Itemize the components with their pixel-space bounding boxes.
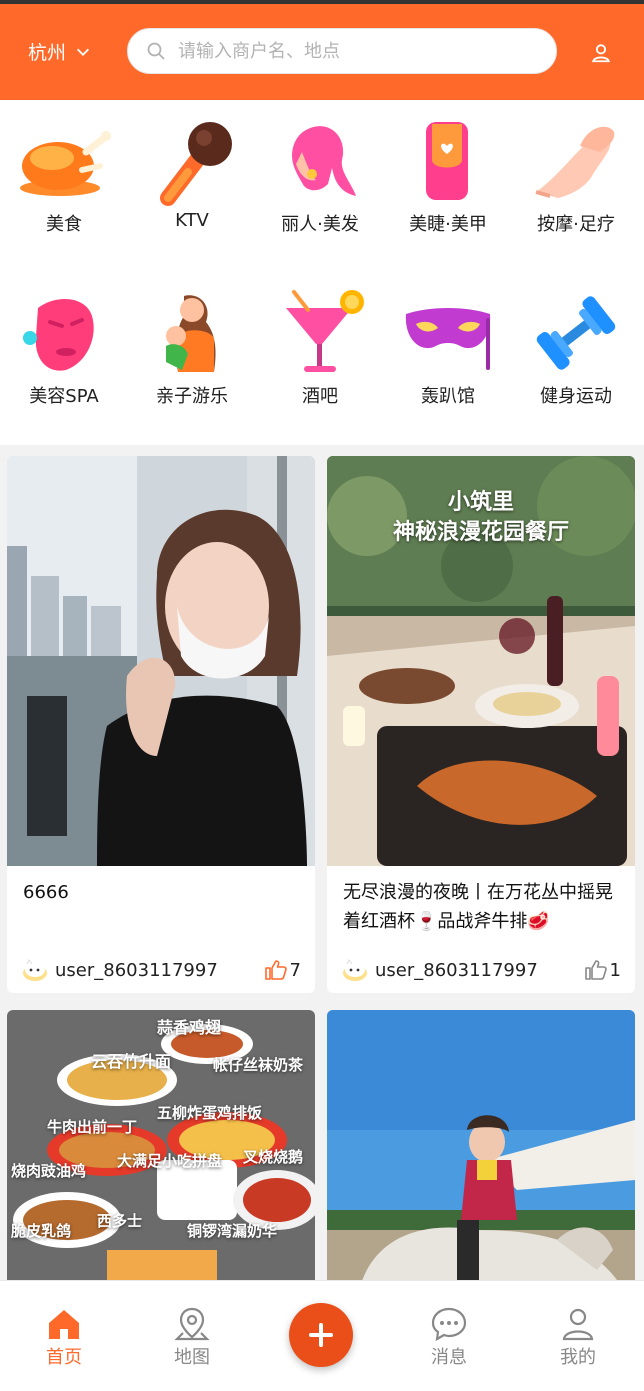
- home-icon: [49, 1310, 79, 1339]
- parent-child-icon: [166, 295, 216, 372]
- cocktail-icon: [286, 290, 364, 372]
- plus-icon: [309, 1323, 333, 1347]
- tab-map[interactable]: 地图: [147, 1305, 237, 1369]
- category-food[interactable]: 美食: [0, 108, 128, 238]
- author-name: user_8603117997: [55, 959, 218, 981]
- thumbs-up-icon: [584, 960, 607, 980]
- category-fitness[interactable]: 健身运动: [512, 280, 640, 410]
- like-count: 7: [289, 959, 301, 981]
- category-label: 丽人·美发: [281, 214, 359, 235]
- post-image: [327, 1010, 635, 1280]
- image-food-label: 蒜香鸡翅: [157, 1018, 222, 1037]
- search-bar[interactable]: [127, 28, 557, 74]
- chevron-down-icon: [76, 48, 90, 56]
- create-post-button[interactable]: [289, 1303, 353, 1367]
- avatar-icon: [23, 959, 47, 981]
- category-bar[interactable]: 酒吧: [256, 280, 384, 410]
- image-food-label: 铜锣湾漏奶华: [187, 1222, 278, 1240]
- map-pin-icon: [174, 1307, 210, 1341]
- category-label: 轰趴馆: [421, 386, 475, 407]
- author-name: user_8603117997: [375, 959, 538, 981]
- category-label: 酒吧: [302, 386, 338, 407]
- profile-icon: [562, 1308, 594, 1341]
- tab-label: 首页: [46, 1347, 82, 1368]
- category-parent-child[interactable]: 亲子游乐: [128, 280, 256, 410]
- image-caption-line2: 神秘浪漫花园餐厅: [392, 520, 569, 545]
- search-icon: [147, 42, 165, 60]
- like-count: 1: [609, 959, 621, 981]
- thumbs-up-icon: [264, 960, 287, 980]
- tab-home[interactable]: 首页: [19, 1305, 109, 1369]
- user-button[interactable]: [586, 38, 616, 68]
- image-food-label: 牛肉出前一丁: [47, 1118, 138, 1136]
- post-title: 6666: [23, 882, 69, 903]
- user-icon: [592, 44, 610, 63]
- category-ktv[interactable]: KTV: [128, 108, 256, 238]
- post-image: [7, 456, 315, 866]
- category-label: 按摩·足疗: [537, 214, 615, 235]
- image-food-label: 烧肉豉油鸡: [11, 1162, 87, 1180]
- tab-label: 我的: [560, 1347, 596, 1368]
- like-button[interactable]: 7: [264, 958, 301, 982]
- header: 杭州: [0, 4, 644, 100]
- image-food-label: 西多士: [97, 1212, 143, 1230]
- post-feed: 6666 user_8603117997 7 小筑里 神秘浪漫花园餐厅 无尽浪漫…: [0, 450, 644, 1280]
- post-author[interactable]: user_8603117997: [21, 958, 218, 982]
- avatar-icon: [343, 959, 367, 981]
- category-label: 亲子游乐: [156, 386, 228, 407]
- tab-label: 地图: [174, 1347, 210, 1368]
- city-label: 杭州: [28, 42, 67, 64]
- category-label: 美容SPA: [29, 386, 99, 407]
- post-author[interactable]: user_8603117997: [341, 958, 538, 982]
- face-mask-icon: [23, 298, 94, 371]
- hair-salon-icon: [292, 126, 356, 196]
- image-food-label: 云吞竹升面: [91, 1052, 172, 1071]
- nail-icon: [426, 122, 468, 200]
- image-caption-line1: 小筑里: [447, 490, 514, 515]
- image-food-label: 帐仔丝袜奶茶: [213, 1056, 304, 1074]
- category-grid: 美食 KTV 丽人·美发 美睫·美甲 按摩·足疗 美容SPA 亲子游乐 酒吧 轰…: [0, 100, 644, 445]
- city-selector[interactable]: 杭州: [28, 38, 92, 65]
- category-beauty-hair[interactable]: 丽人·美发: [256, 108, 384, 238]
- category-label: 美睫·美甲: [409, 214, 487, 235]
- massage-hand-icon: [535, 126, 615, 198]
- category-label: KTV: [175, 210, 209, 231]
- tab-label: 消息: [431, 1347, 467, 1368]
- roast-chicken-icon: [20, 131, 111, 196]
- dumbbell-icon: [536, 296, 616, 370]
- post-title: 无尽浪漫的夜晚丨在万花丛中摇晃着红酒杯🍷品战斧牛排🥩: [343, 882, 613, 932]
- image-food-label: 脆皮乳鸽: [11, 1222, 72, 1240]
- search-input[interactable]: [178, 40, 538, 62]
- image-food-label: 叉烧烧鹅: [243, 1148, 304, 1166]
- bottom-tab-bar: 首页 地图 消息 我的: [0, 1280, 644, 1391]
- like-button[interactable]: 1: [584, 958, 621, 982]
- microphone-icon: [160, 122, 232, 206]
- post-card[interactable]: [327, 1010, 635, 1280]
- post-card[interactable]: 蒜香鸡翅 云吞竹升面 帐仔丝袜奶茶 牛肉出前一丁 五柳炸蛋鸡排饭 烧肉豉油鸡 大…: [7, 1010, 315, 1280]
- post-card[interactable]: 小筑里 神秘浪漫花园餐厅 无尽浪漫的夜晚丨在万花丛中摇晃着红酒杯🍷品战斧牛排🥩 …: [327, 456, 635, 993]
- category-label: 美食: [46, 214, 82, 235]
- category-party-house[interactable]: 轰趴馆: [384, 280, 512, 410]
- category-lash-nail[interactable]: 美睫·美甲: [384, 108, 512, 238]
- category-label: 健身运动: [540, 386, 612, 407]
- image-food-label: 五柳炸蛋鸡排饭: [157, 1104, 263, 1122]
- tab-messages[interactable]: 消息: [404, 1305, 494, 1369]
- party-mask-icon: [405, 308, 491, 370]
- post-card[interactable]: 6666 user_8603117997 7: [7, 456, 315, 993]
- image-food-label: 大满足小吃拼盘: [117, 1152, 223, 1170]
- category-spa[interactable]: 美容SPA: [0, 280, 128, 410]
- category-massage[interactable]: 按摩·足疗: [512, 108, 640, 238]
- message-icon: [431, 1307, 467, 1342]
- tab-profile[interactable]: 我的: [533, 1305, 623, 1369]
